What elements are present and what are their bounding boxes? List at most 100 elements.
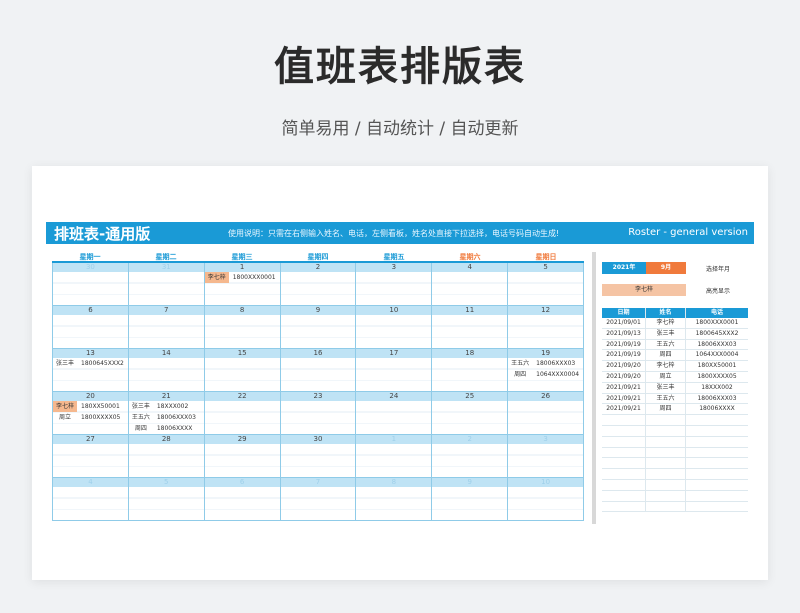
row-name[interactable]: 王五六 [646, 339, 686, 350]
row-phone[interactable]: 1800645XXX2 [686, 329, 748, 339]
row-date[interactable]: 2021/09/19 [602, 339, 646, 350]
row-date[interactable]: 2021/09/19 [602, 350, 646, 361]
duty-cell[interactable]: 张三丰 18XXX002 王五六 18006XXX03 周四 18006XXXX [128, 401, 205, 435]
duty-cell[interactable] [53, 315, 129, 349]
row-phone[interactable]: 18006XXX03 [686, 394, 748, 404]
duty-cell[interactable] [508, 272, 585, 306]
duty-cell[interactable] [508, 401, 585, 435]
row-name[interactable] [646, 415, 686, 425]
duty-cell[interactable] [204, 315, 281, 349]
duty-cell[interactable] [204, 487, 281, 521]
duty-name[interactable]: 李七梓 [53, 401, 77, 412]
duty-cell[interactable] [53, 272, 129, 306]
row-phone[interactable] [686, 502, 748, 512]
duty-cell[interactable] [128, 358, 205, 392]
month-select[interactable]: 9月 [646, 262, 686, 274]
duty-cell[interactable] [356, 315, 433, 349]
duty-cell[interactable] [53, 487, 129, 521]
duty-cell[interactable] [356, 358, 433, 392]
row-name[interactable]: 周四 [646, 350, 686, 361]
duty-cell[interactable] [280, 358, 357, 392]
duty-name[interactable]: 王五六 [129, 412, 153, 423]
duty-cell[interactable] [432, 401, 509, 435]
row-name[interactable] [646, 458, 686, 469]
row-date[interactable]: 2021/09/01 [602, 318, 646, 328]
duty-cell[interactable] [432, 272, 509, 306]
row-date[interactable]: 2021/09/20 [602, 361, 646, 371]
duty-name[interactable]: 张三丰 [53, 358, 77, 369]
duty-cell[interactable] [53, 444, 129, 478]
duty-cell[interactable] [508, 315, 585, 349]
highlight-name-select[interactable]: 李七梓 [602, 284, 686, 296]
duty-cell[interactable] [356, 444, 433, 478]
duty-cell[interactable] [280, 444, 357, 478]
duty-cell[interactable] [356, 487, 433, 521]
row-date[interactable]: 2021/09/13 [602, 328, 646, 339]
row-phone[interactable]: 18006XXXX [686, 404, 748, 414]
duty-cell[interactable] [280, 401, 357, 435]
row-phone[interactable] [686, 437, 748, 447]
row-phone[interactable] [686, 458, 748, 468]
row-phone[interactable] [686, 415, 748, 425]
row-date[interactable]: 2021/09/21 [602, 382, 646, 393]
row-name[interactable] [646, 447, 686, 458]
row-name[interactable]: 李七梓 [646, 361, 686, 371]
duty-cell[interactable] [508, 444, 585, 478]
duty-cell[interactable] [508, 487, 585, 521]
duty-cell[interactable] [204, 358, 281, 392]
duty-cell[interactable] [280, 272, 357, 306]
row-date[interactable] [602, 415, 646, 425]
duty-name[interactable]: 王五六 [508, 358, 532, 369]
row-name[interactable]: 周四 [646, 404, 686, 415]
duty-cell[interactable]: 李七梓 180XX50001 周立 1800XXXX05 [53, 401, 129, 435]
duty-name[interactable]: 周四 [508, 369, 532, 380]
duty-cell[interactable] [432, 358, 509, 392]
duty-name[interactable]: 李七梓 [204, 272, 229, 283]
row-phone[interactable] [686, 448, 748, 458]
row-name[interactable]: 王五六 [646, 393, 686, 404]
duty-cell[interactable] [280, 315, 357, 349]
duty-cell[interactable]: 李七梓 1800XXX0001 [204, 272, 281, 306]
duty-cell[interactable] [128, 444, 205, 478]
duty-cell[interactable]: 张三丰 1800645XXX2 [53, 358, 129, 392]
row-phone[interactable]: 1800XXX0001 [686, 318, 748, 328]
row-date[interactable] [602, 490, 646, 501]
row-date[interactable] [602, 436, 646, 447]
duty-name[interactable]: 周四 [129, 423, 153, 434]
row-phone[interactable] [686, 480, 748, 490]
row-phone[interactable]: 18006XXX03 [686, 340, 748, 350]
row-date[interactable]: 2021/09/21 [602, 404, 646, 415]
duty-cell[interactable] [432, 444, 509, 478]
duty-cell[interactable] [432, 315, 509, 349]
duty-cell[interactable]: 王五六 18006XXX03 周四 1064XXX0004 [508, 358, 585, 392]
row-date[interactable]: 2021/09/20 [602, 371, 646, 382]
row-phone[interactable]: 180XX50001 [686, 361, 748, 371]
row-name[interactable] [646, 436, 686, 447]
row-name[interactable] [646, 501, 686, 512]
row-name[interactable]: 张三丰 [646, 382, 686, 393]
row-date[interactable] [602, 469, 646, 479]
row-phone[interactable]: 1800XXXX05 [686, 372, 748, 382]
row-name[interactable]: 张三丰 [646, 328, 686, 339]
duty-cell[interactable] [128, 315, 205, 349]
row-date[interactable] [602, 458, 646, 469]
row-phone[interactable] [686, 426, 748, 436]
duty-cell[interactable] [204, 401, 281, 435]
row-date[interactable]: 2021/09/21 [602, 393, 646, 404]
row-name[interactable]: 李七梓 [646, 318, 686, 328]
row-name[interactable] [646, 490, 686, 501]
duty-name[interactable]: 周立 [53, 412, 77, 423]
duty-cell[interactable] [128, 272, 205, 306]
row-name[interactable] [646, 425, 686, 436]
duty-cell[interactable] [128, 487, 205, 521]
duty-cell[interactable] [356, 272, 433, 306]
row-name[interactable] [646, 479, 686, 490]
duty-cell[interactable] [432, 487, 509, 521]
row-phone[interactable]: 1064XXX0004 [686, 350, 748, 360]
row-phone[interactable] [686, 469, 748, 479]
row-phone[interactable]: 18XXX002 [686, 383, 748, 393]
row-date[interactable] [602, 447, 646, 458]
duty-cell[interactable] [280, 487, 357, 521]
row-date[interactable] [602, 501, 646, 512]
year-select[interactable]: 2021年 [602, 262, 646, 274]
